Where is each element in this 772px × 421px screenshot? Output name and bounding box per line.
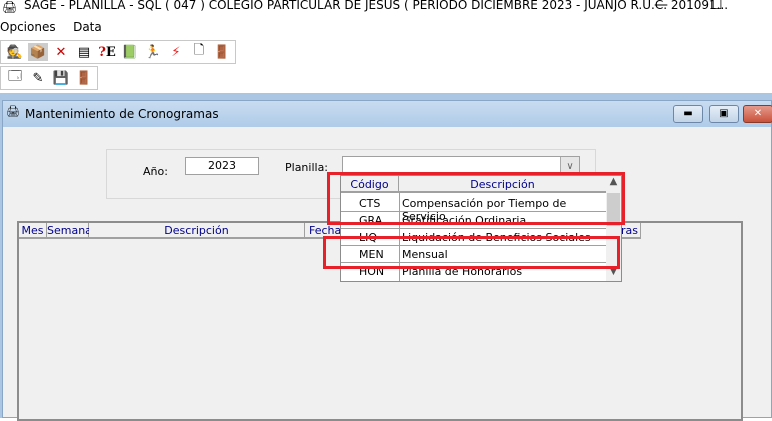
highlight-box-men [323,236,620,269]
exit-icon[interactable]: 🚪 [212,43,232,61]
col-mes[interactable]: Mes [19,223,47,239]
maximize-button[interactable]: ☐ [710,0,723,13]
window-icon: 🖨 [6,105,20,118]
exit-icon[interactable]: 🚪 [74,69,94,87]
menu-bar: Opciones Data [0,20,116,38]
year-input[interactable]: 2023 [185,157,259,175]
col-descripcion[interactable]: Descripción [89,223,305,239]
delete-icon[interactable]: ✕ [51,43,71,61]
app-icon: 🖨 [2,0,18,14]
col-semana[interactable]: Semana [47,223,92,239]
book-icon[interactable]: 📗 [120,43,140,61]
list-icon[interactable]: ▤ [74,43,94,61]
window-title-bar: 🖨 Mantenimiento de Cronogramas ▬ ▣ ✕ [3,101,772,127]
box-icon[interactable]: 📦 [28,43,48,61]
planilla-label: Planilla: [285,161,329,174]
menu-opciones[interactable]: Opciones [0,20,56,34]
window-title: Mantenimiento de Cronogramas [25,107,219,121]
window-close-button[interactable]: ✕ [743,105,772,123]
page-icon[interactable]: 🗋 [189,43,209,61]
toolbar-edit: 🗔 ✎ 💾 🚪 [0,66,98,90]
run-icon[interactable]: 🏃 [143,43,163,61]
minimize-button[interactable]: — [654,0,668,13]
help-icon[interactable]: ? E [97,43,117,61]
toolbar-main: 🕵 📦 ✕ ▤ ? E 📗 🏃 ⚡ 🗋 🚪 [0,40,236,64]
app-title-bar: 🖨 SAGE - PLANILLA - SQL ( 047 ) COLEGIO … [0,0,772,18]
window-restore-button[interactable]: ▣ [709,105,739,123]
app-title: SAGE - PLANILLA - SQL ( 047 ) COLEGIO PA… [24,0,729,12]
year-label: Año: [143,165,168,178]
menu-data[interactable]: Data [73,20,102,34]
new-icon[interactable]: 🗔 [5,69,25,87]
save-icon[interactable]: 💾 [51,69,71,87]
window-minimize-button[interactable]: ▬ [673,105,703,123]
edit-icon[interactable]: ✎ [28,69,48,87]
flash-icon[interactable]: ⚡ [166,43,186,61]
user-icon[interactable]: 🕵 [5,43,25,61]
highlight-box-cts-gra [327,172,625,225]
scroll-down-icon[interactable]: ▼ [606,267,621,281]
